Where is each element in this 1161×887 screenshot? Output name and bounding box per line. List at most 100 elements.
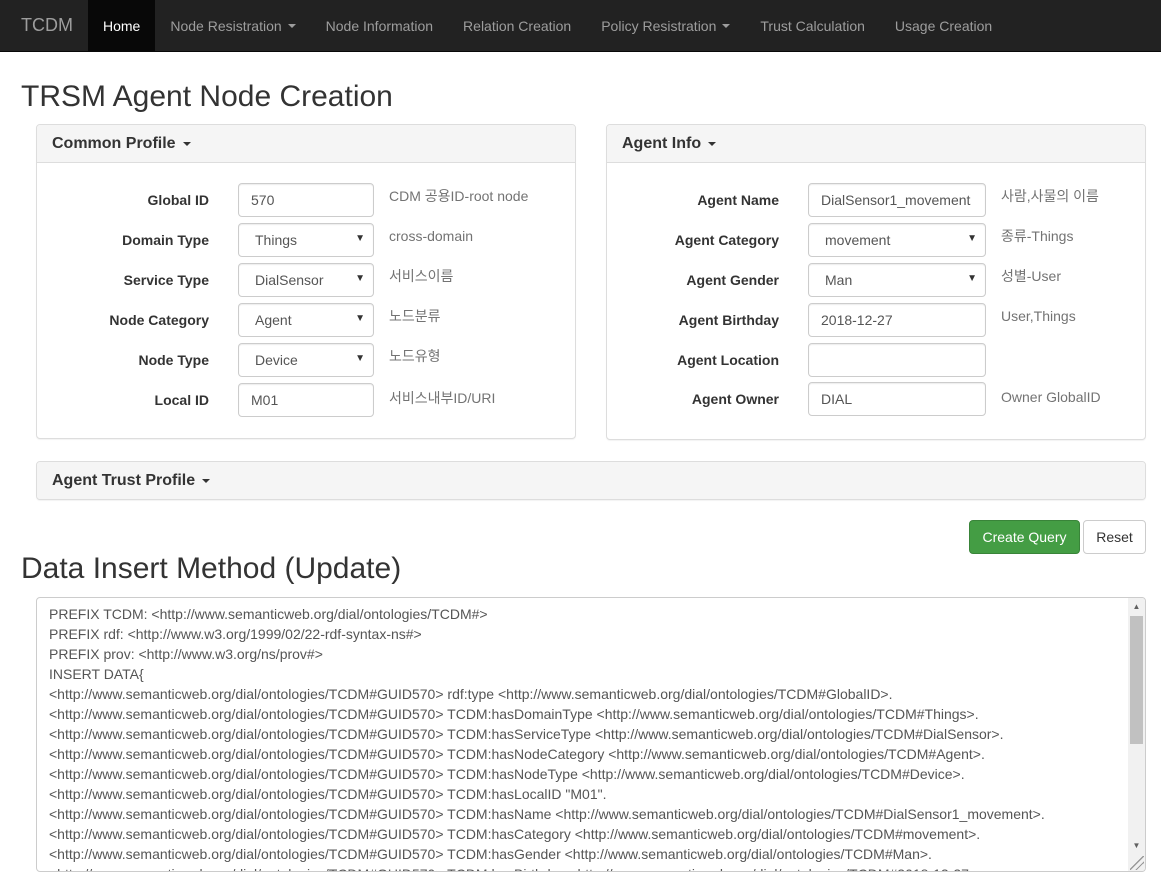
service-type-help: 서비스이름: [389, 268, 454, 284]
nav-relation-creation[interactable]: Relation Creation: [448, 0, 586, 51]
dropdown-arrow-icon: ▼: [967, 233, 977, 244]
agent-location-input[interactable]: [808, 343, 986, 377]
agent-gender-select[interactable]: Man ▼: [808, 263, 986, 297]
agent-category-help: 종류-Things: [1001, 228, 1074, 244]
agent-gender-label: Agent Gender: [686, 272, 779, 288]
query-textarea[interactable]: PREFIX TCDM: <http://www.semanticweb.org…: [36, 597, 1146, 872]
agent-owner-help: Owner GlobalID: [1001, 389, 1101, 405]
agent-birthday-value: 2018-12-27: [821, 312, 893, 328]
domain-type-help: cross-domain: [389, 228, 474, 244]
node-type-select[interactable]: Device ▼: [238, 343, 374, 377]
nav-relation-creation-label: Relation Creation: [463, 17, 572, 34]
service-type-select[interactable]: DialSensor ▼: [238, 263, 374, 297]
nav-node-information-label: Node Information: [325, 17, 434, 34]
node-category-select[interactable]: Agent ▼: [238, 303, 374, 337]
agent-category-select[interactable]: movement ▼: [808, 223, 986, 257]
create-query-button[interactable]: Create Query: [969, 520, 1080, 554]
agent-gender-help: 성별-User: [1001, 268, 1061, 284]
local-id-help: 서비스내부ID/URI: [389, 390, 496, 406]
nav-node-registration-label: Node Resistration: [170, 17, 282, 34]
common-profile-title: Common Profile: [52, 134, 176, 152]
node-category-help: 노드분류: [389, 308, 441, 324]
local-id-row: Local ID M01 서비스내부ID/URI: [37, 383, 495, 417]
scroll-up-arrow-icon[interactable]: ▲: [1128, 598, 1145, 615]
nav-usage-creation[interactable]: Usage Creation: [880, 0, 1007, 51]
agent-info-toggle[interactable]: Agent Info: [607, 125, 1145, 163]
query-line: <http://www.semanticweb.org/dial/ontolog…: [49, 746, 985, 762]
nav-policy-registration[interactable]: Policy Resistration: [586, 0, 745, 51]
nav-policy-registration-label: Policy Resistration: [601, 17, 717, 34]
agent-birthday-label: Agent Birthday: [678, 312, 779, 328]
query-line: <http://www.semanticweb.org/dial/ontolog…: [49, 766, 965, 782]
agent-birthday-input[interactable]: 2018-12-27: [808, 303, 986, 337]
agent-owner-input[interactable]: DIAL: [808, 382, 986, 416]
domain-type-value: Things: [255, 232, 298, 248]
agent-name-input[interactable]: DialSensor1_movement: [808, 183, 986, 217]
agent-location-row: Agent Location: [607, 343, 986, 377]
agent-birthday-row: Agent Birthday 2018-12-27 User,Things: [607, 303, 1076, 337]
service-type-value: DialSensor: [255, 272, 324, 288]
domain-type-label: Domain Type: [122, 232, 209, 248]
agent-name-label: Agent Name: [697, 192, 779, 208]
node-category-value: Agent: [255, 312, 292, 328]
resize-grip-icon[interactable]: [1130, 856, 1144, 870]
nav-node-information[interactable]: Node Information: [311, 0, 448, 51]
nav-trust-calculation[interactable]: Trust Calculation: [745, 0, 880, 51]
dropdown-arrow-icon: ▼: [355, 233, 365, 244]
textarea-scrollbar[interactable]: ▲ ▼: [1128, 598, 1145, 871]
query-line: <http://www.semanticweb.org/dial/ontolog…: [49, 826, 981, 842]
nav-home[interactable]: Home: [88, 0, 156, 51]
agent-trust-profile-title: Agent Trust Profile: [52, 471, 196, 489]
agent-owner-row: Agent Owner DIAL Owner GlobalID: [607, 382, 1101, 416]
node-category-row: Node Category Agent ▼ 노드분류: [37, 303, 441, 337]
caret-down-icon: [722, 23, 731, 28]
nav-usage-creation-label: Usage Creation: [894, 17, 993, 34]
global-id-help: CDM 공용ID-root node: [389, 188, 529, 204]
agent-location-label: Agent Location: [677, 352, 779, 368]
scroll-down-arrow-icon[interactable]: ▼: [1128, 837, 1145, 854]
local-id-label: Local ID: [154, 392, 209, 408]
common-profile-toggle[interactable]: Common Profile: [37, 125, 575, 163]
brand-logo[interactable]: TCDM: [0, 0, 88, 51]
query-line: INSERT DATA{: [49, 666, 144, 682]
agent-info-title: Agent Info: [622, 134, 702, 152]
query-line: PREFIX prov: <http://www.w3.org/ns/prov#…: [49, 646, 323, 662]
node-type-label: Node Type: [138, 352, 209, 368]
reset-button[interactable]: Reset: [1083, 520, 1146, 554]
scroll-thumb[interactable]: [1130, 616, 1143, 744]
caret-down-icon: [202, 478, 211, 483]
agent-gender-row: Agent Gender Man ▼ 성별-User: [607, 263, 1061, 297]
node-type-help: 노드유형: [389, 348, 441, 364]
query-line: <http://www.semanticweb.org/dial/ontolog…: [49, 706, 979, 722]
local-id-input[interactable]: M01: [238, 383, 374, 417]
dropdown-arrow-icon: ▼: [355, 273, 365, 284]
nav-trust-calculation-label: Trust Calculation: [760, 17, 865, 34]
agent-info-panel: Agent Info Agent Name DialSensor1_moveme…: [606, 124, 1146, 440]
agent-name-value: DialSensor1_movement: [821, 192, 971, 208]
agent-trust-profile-toggle[interactable]: Agent Trust Profile: [37, 462, 1145, 499]
nav-node-registration[interactable]: Node Resistration: [155, 0, 310, 51]
agent-owner-label: Agent Owner: [691, 391, 779, 407]
agent-gender-value: Man: [825, 272, 853, 288]
query-line: <http://www.semanticweb.org/dial/ontolog…: [49, 846, 932, 862]
common-profile-panel: Common Profile Global ID 570 CDM 공용ID-ro…: [36, 124, 576, 439]
dropdown-arrow-icon: ▼: [967, 273, 977, 284]
navbar: TCDM Home Node Resistration Node Informa…: [0, 0, 1161, 52]
node-type-row: Node Type Device ▼ 노드유형: [37, 343, 441, 377]
page-title: TRSM Agent Node Creation: [21, 80, 393, 113]
global-id-value: 570: [251, 192, 275, 208]
agent-name-row: Agent Name DialSensor1_movement 사람,사물의 이…: [607, 183, 1099, 217]
node-category-label: Node Category: [109, 312, 209, 328]
node-type-value: Device: [255, 352, 298, 368]
domain-type-select[interactable]: Things ▼: [238, 223, 374, 257]
agent-name-help: 사람,사물의 이름: [1001, 188, 1099, 204]
agent-owner-value: DIAL: [821, 391, 853, 407]
nav-home-label: Home: [103, 17, 141, 34]
agent-category-label: Agent Category: [674, 232, 779, 248]
global-id-row: Global ID 570 CDM 공용ID-root node: [37, 183, 528, 217]
agent-category-row: Agent Category movement ▼ 종류-Things: [607, 223, 1073, 257]
service-type-label: Service Type: [123, 272, 209, 288]
global-id-input[interactable]: 570: [238, 183, 374, 217]
query-text: PREFIX TCDM: <http://www.semanticweb.org…: [49, 604, 1115, 871]
query-line: <http://www.semanticweb.org/dial/ontolog…: [49, 864, 1115, 871]
